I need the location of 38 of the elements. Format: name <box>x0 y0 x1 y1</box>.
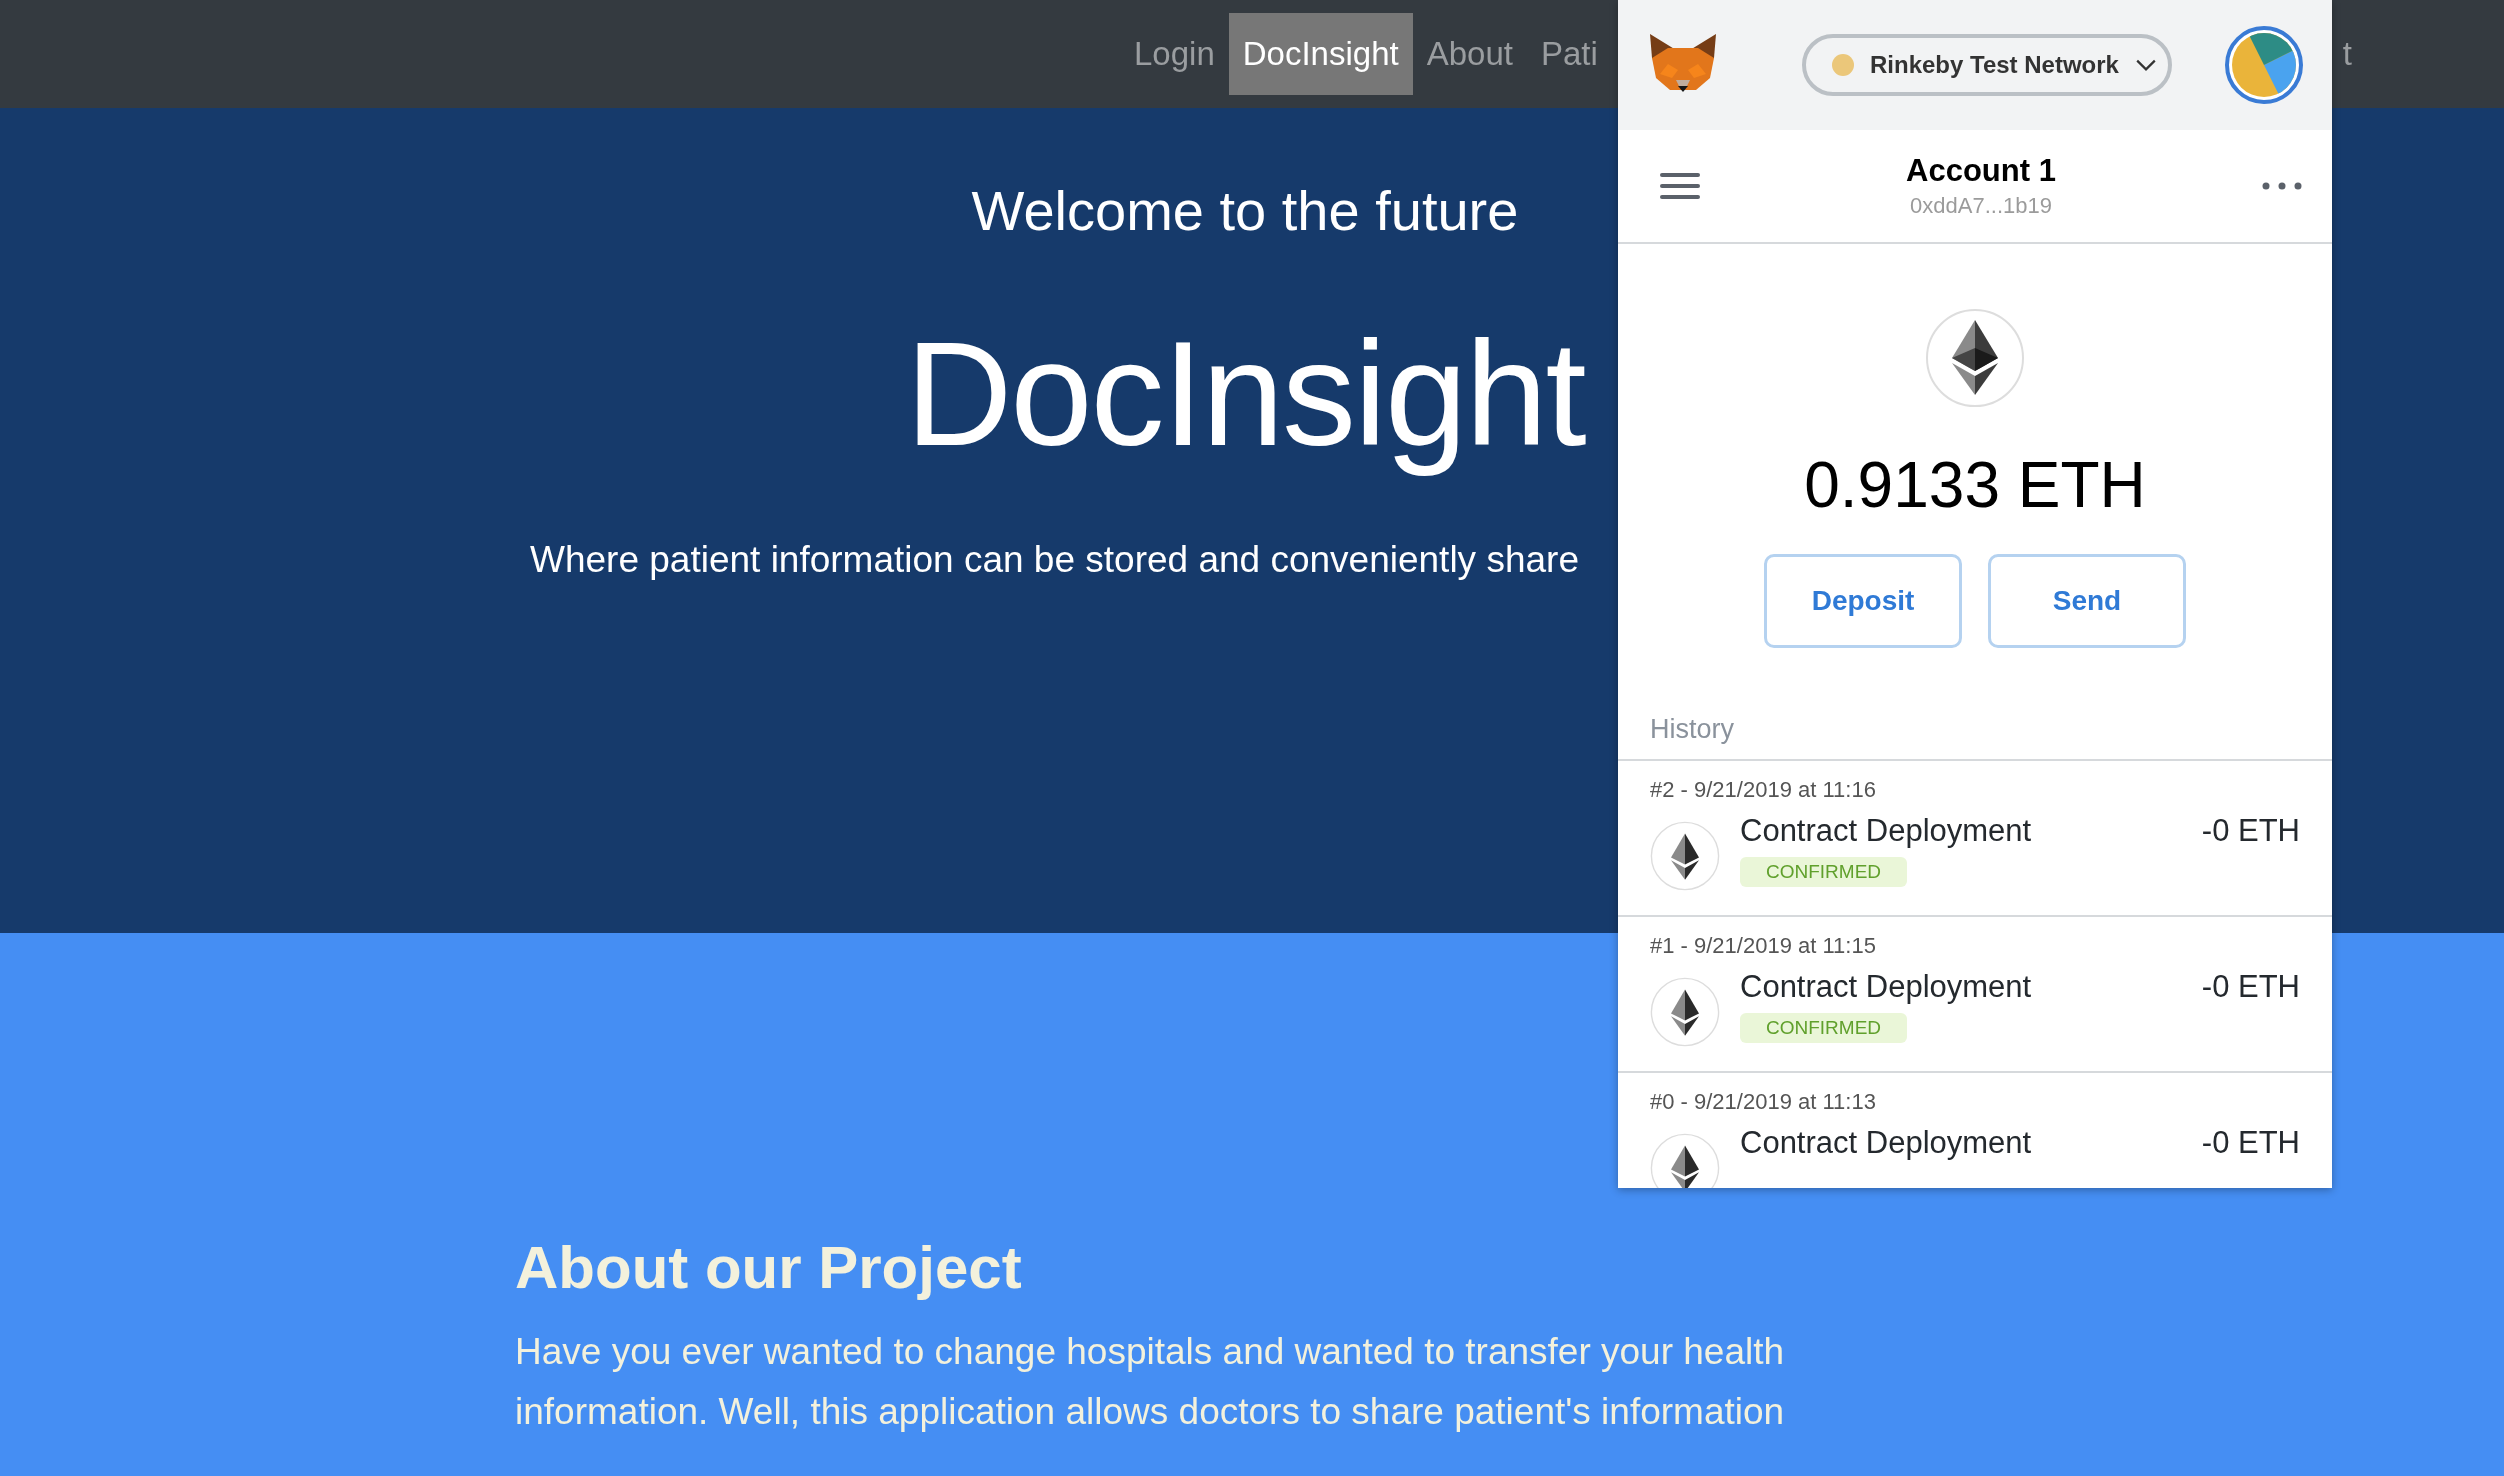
nav-link[interactable]: Login <box>1120 13 1229 95</box>
transaction-amount: -0 ETH <box>2201 813 2300 849</box>
transaction-amount: -0 ETH <box>2201 1125 2300 1161</box>
ethereum-icon <box>1925 308 2025 408</box>
transaction-row[interactable]: #0 - 9/21/2019 at 11:13 Contract Deployment -0 ETH <box>1618 1073 2332 1188</box>
nav-link[interactable]: About <box>1412 13 1527 95</box>
nav-link[interactable]: t <box>2342 13 2352 95</box>
transaction-date: #1 - 9/21/2019 at 11:15 <box>1650 933 1877 959</box>
balance-amount: 0.9133 ETH <box>1804 448 2146 522</box>
history-label: History <box>1618 648 2332 761</box>
nav-link[interactable]: DocInsight <box>1228 13 1413 95</box>
more-options-icon[interactable] <box>2262 182 2302 190</box>
status-badge: CONFIRMED <box>1740 857 1908 887</box>
deposit-button[interactable]: Deposit <box>1764 554 1962 648</box>
about-heading: About our Project <box>515 1233 1023 1302</box>
send-button[interactable]: Send <box>1988 554 2186 648</box>
transaction-title: Contract Deployment <box>1740 1125 2033 1161</box>
hero-subtitle: Welcome to the future <box>971 178 1519 243</box>
transaction-date: #0 - 9/21/2019 at 11:13 <box>1650 1089 1877 1115</box>
transaction-date: #2 - 9/21/2019 at 11:16 <box>1650 777 1877 803</box>
status-badge: CONFIRMED <box>1740 1013 1908 1043</box>
transaction-title: Contract Deployment <box>1740 813 2033 849</box>
account-avatar[interactable] <box>2224 25 2304 105</box>
network-selector[interactable]: Rinkeby Test Network <box>1802 34 2172 96</box>
transaction-amount: -0 ETH <box>2201 969 2300 1005</box>
ethereum-icon <box>1650 977 1720 1047</box>
transaction-row[interactable]: #1 - 9/21/2019 at 11:15 Contract Deployment CONFIRMED -0 ETH <box>1618 917 2332 1073</box>
hero-tagline: Where patient information can be stored and conveniently share <box>530 538 1579 581</box>
about-paragraph: Have you ever wanted to change hospitals and wanted to transfer your health information. Well, this application allows doctors to share patient's information <box>515 1330 1786 1434</box>
account-name[interactable]: Account 1 <box>1700 153 2262 189</box>
transaction-row[interactable]: #2 - 9/21/2019 at 11:16 Contract Deployment CONFIRMED -0 ETH <box>1618 761 2332 917</box>
transaction-title: Contract Deployment <box>1740 969 2033 1005</box>
menu-icon[interactable] <box>1660 171 1700 201</box>
caret-icon <box>2134 58 2157 72</box>
ethereum-icon <box>1650 821 1720 891</box>
nav-link[interactable]: Pati <box>1526 13 1598 95</box>
account-address[interactable]: 0xddA7...1b19 <box>1700 193 2262 219</box>
hero-title: DocInsight <box>905 310 1585 478</box>
